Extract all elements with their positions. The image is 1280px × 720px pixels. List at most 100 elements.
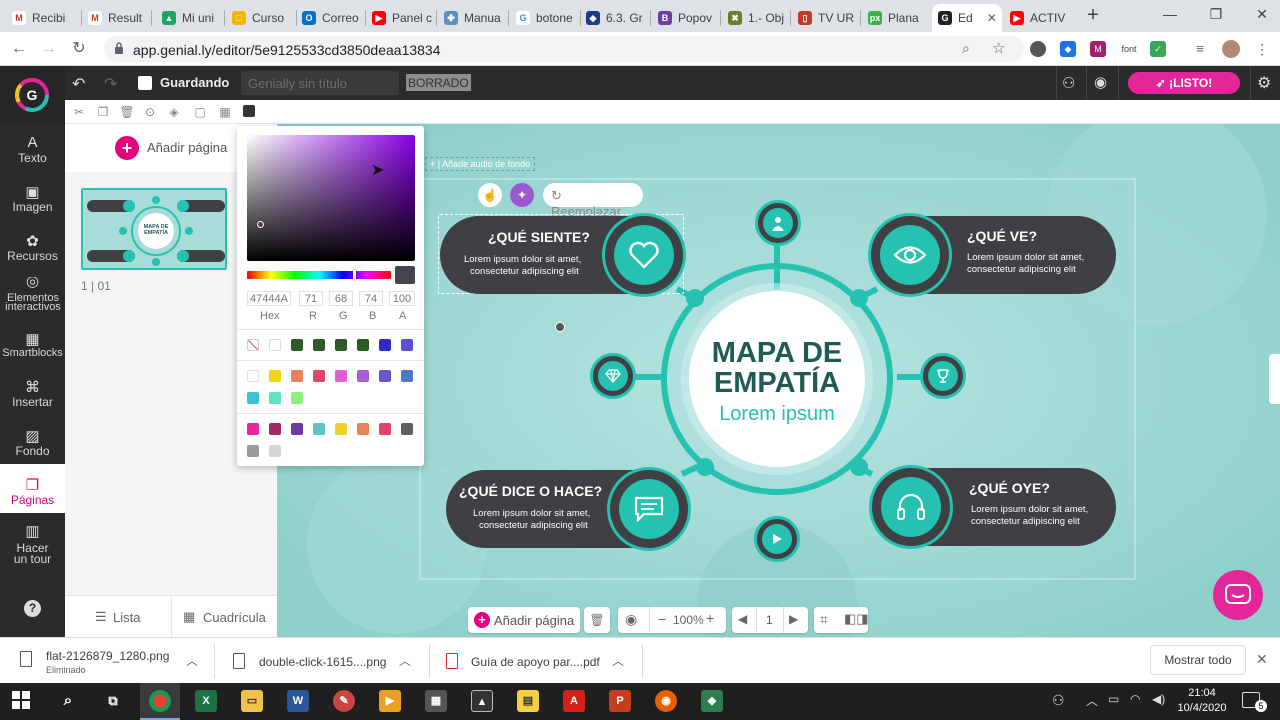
color-swatch[interactable] bbox=[247, 423, 259, 435]
word-icon[interactable]: W bbox=[287, 690, 309, 712]
color-swatch[interactable] bbox=[247, 370, 259, 382]
sidebar-item-text[interactable]: A Texto bbox=[0, 134, 65, 165]
title-input[interactable]: Genially sin título bbox=[241, 71, 399, 95]
color-swatch[interactable] bbox=[401, 370, 413, 382]
redo-icon[interactable]: ↷ bbox=[104, 74, 117, 94]
preview-eye-icon[interactable]: ◉ bbox=[625, 611, 637, 628]
reload-icon[interactable]: ↻ bbox=[68, 38, 90, 60]
sidebar-item-tour[interactable]: ▥ Hacer un tour bbox=[0, 524, 65, 565]
minimize-icon[interactable]: — bbox=[1160, 6, 1180, 22]
forward-icon[interactable]: → bbox=[38, 38, 60, 60]
frame-icon[interactable]: ▢ bbox=[192, 104, 208, 120]
rotate-handle[interactable] bbox=[555, 322, 565, 332]
browser-tab[interactable]: ▶ ACTIV bbox=[1004, 4, 1078, 32]
color-swatch[interactable] bbox=[269, 392, 281, 404]
duplicate-icon[interactable]: ❐ bbox=[95, 104, 111, 120]
chevron-up-icon[interactable]: ︿ bbox=[612, 652, 624, 669]
blue-input[interactable]: 74 bbox=[359, 291, 383, 306]
sidebar-item-background[interactable]: ▨ Fondo bbox=[0, 427, 65, 458]
clock[interactable]: 21:04 10/4/2020 bbox=[1176, 686, 1228, 716]
ready-button[interactable]: ➶ ¡LISTO! bbox=[1128, 72, 1240, 94]
color-swatch[interactable] bbox=[401, 339, 413, 351]
fill-color-swatch[interactable] bbox=[243, 105, 255, 117]
genially-logo[interactable]: G bbox=[0, 66, 65, 124]
close-tab-icon[interactable]: ✕ bbox=[987, 11, 997, 25]
color-swatch[interactable] bbox=[379, 339, 391, 351]
cut-icon[interactable]: ✂ bbox=[71, 104, 87, 120]
sidebar-item-resources[interactable]: ✿ Recursos bbox=[0, 232, 65, 263]
address-field[interactable]: app.genial.ly/editor/5e9125533cd3850deaa… bbox=[104, 36, 1024, 62]
settings-gear-icon[interactable]: ⚙ bbox=[1257, 73, 1271, 93]
crop-frame-icon[interactable]: ⌗ bbox=[820, 611, 828, 628]
red-input[interactable]: 71 bbox=[299, 291, 323, 306]
color-swatch[interactable] bbox=[313, 423, 325, 435]
grid-view-button[interactable]: Cuadrícula bbox=[203, 610, 266, 625]
paint-icon[interactable]: ✎ bbox=[333, 690, 355, 712]
color-swatch[interactable] bbox=[269, 339, 281, 351]
browser-tab-active[interactable]: G Ed ✕ bbox=[932, 4, 1002, 32]
browser-tab[interactable]: ◆ 6.3. Gr bbox=[580, 4, 652, 32]
color-swatch[interactable] bbox=[335, 339, 347, 351]
browser-tab[interactable]: ▯ TV UR bbox=[792, 4, 862, 32]
more-menu-icon[interactable]: ⋮ bbox=[1254, 41, 1270, 57]
sidebar-item-interactive[interactable]: ◎ Elementos interactivos bbox=[0, 277, 65, 317]
queue-icon[interactable]: ≡ bbox=[1192, 41, 1208, 57]
browser-tab[interactable]: M Result bbox=[82, 4, 152, 32]
preview-eye-icon[interactable]: ◉ bbox=[1094, 73, 1107, 91]
powerpoint-icon[interactable]: P bbox=[609, 690, 631, 712]
battery-icon[interactable]: ▭ bbox=[1108, 692, 1119, 706]
help-button[interactable]: ? bbox=[24, 600, 41, 617]
search-icon[interactable]: ⌕ bbox=[57, 690, 79, 712]
sticky-notes-icon[interactable]: ▤ bbox=[517, 690, 539, 712]
people-icon[interactable]: ⚇ bbox=[1052, 692, 1065, 709]
undo-icon[interactable]: ↶ bbox=[72, 74, 85, 94]
hex-input[interactable]: 47444A bbox=[247, 291, 291, 306]
color-swatch[interactable] bbox=[357, 339, 369, 351]
browser-tab[interactable]: px Plana bbox=[862, 4, 932, 32]
bookmark-star-icon[interactable]: ☆ bbox=[992, 39, 1005, 57]
sidebar-item-smartblocks[interactable]: ▦ Smartblocks bbox=[0, 330, 65, 359]
photos-icon[interactable]: ▲ bbox=[471, 690, 493, 712]
lock-object-icon[interactable]: ⊙ bbox=[142, 104, 158, 120]
fit-screen-icon[interactable]: ◧◨ bbox=[844, 611, 869, 627]
prev-page-icon[interactable]: ◀ bbox=[738, 612, 747, 626]
canvas[interactable]: + | Añade audio de fondo ☝ ✦ ↻ Reemplaza… bbox=[277, 124, 1280, 637]
extension-icon[interactable]: M bbox=[1090, 41, 1106, 57]
color-swatch[interactable] bbox=[291, 392, 303, 404]
green-input[interactable]: 68 bbox=[329, 291, 353, 306]
extension-icon[interactable] bbox=[1030, 41, 1046, 57]
add-audio-hint[interactable]: + | Añade audio de fondo bbox=[425, 157, 536, 171]
sidebar-item-pages[interactable]: ❐ Páginas bbox=[0, 464, 65, 513]
color-swatch[interactable] bbox=[247, 445, 259, 457]
chevron-up-icon[interactable]: ︿ bbox=[399, 652, 411, 669]
back-icon[interactable]: ← bbox=[8, 38, 30, 60]
browser-tab[interactable]: Gbotone bbox=[510, 4, 582, 32]
color-swatch[interactable] bbox=[269, 445, 281, 457]
wifi-icon[interactable]: ◠ bbox=[1130, 692, 1140, 706]
zoom-search-icon[interactable]: ⌕ bbox=[962, 40, 970, 57]
app-icon[interactable]: ◆ bbox=[701, 690, 723, 712]
browser-tab[interactable]: ✤ Manua bbox=[438, 4, 510, 32]
browser-tab[interactable]: ▶ Panel c bbox=[366, 4, 438, 32]
excel-icon[interactable]: X bbox=[195, 690, 217, 712]
page-thumbnail[interactable]: MAPA DE EMPATÍA bbox=[81, 188, 227, 270]
profile-avatar[interactable] bbox=[1222, 40, 1240, 58]
color-swatch[interactable] bbox=[379, 423, 391, 435]
layers-icon[interactable]: ◈ bbox=[166, 104, 182, 120]
saturation-cursor[interactable] bbox=[257, 221, 264, 228]
browser-tab[interactable]: O Correo bbox=[296, 4, 366, 32]
delete-page-icon[interactable]: 🗑 bbox=[584, 607, 610, 633]
close-download-bar-icon[interactable]: ✕ bbox=[1256, 651, 1268, 668]
animation-icon[interactable]: ✦ bbox=[510, 183, 534, 207]
sidebar-item-image[interactable]: ▣ Imagen bbox=[0, 183, 65, 214]
color-swatch[interactable] bbox=[379, 370, 391, 382]
list-view-button[interactable]: Lista bbox=[113, 610, 140, 625]
color-swatch[interactable] bbox=[247, 392, 259, 404]
file-explorer-icon[interactable]: ▭ bbox=[241, 690, 263, 712]
color-swatch[interactable] bbox=[291, 423, 303, 435]
close-window-icon[interactable]: ✕ bbox=[1252, 6, 1272, 23]
color-swatch[interactable] bbox=[313, 339, 325, 351]
extension-icon[interactable]: ◆ bbox=[1060, 41, 1076, 57]
grid-view-icon[interactable]: ▦ bbox=[183, 609, 195, 625]
maximize-icon[interactable]: ❐ bbox=[1206, 6, 1226, 23]
